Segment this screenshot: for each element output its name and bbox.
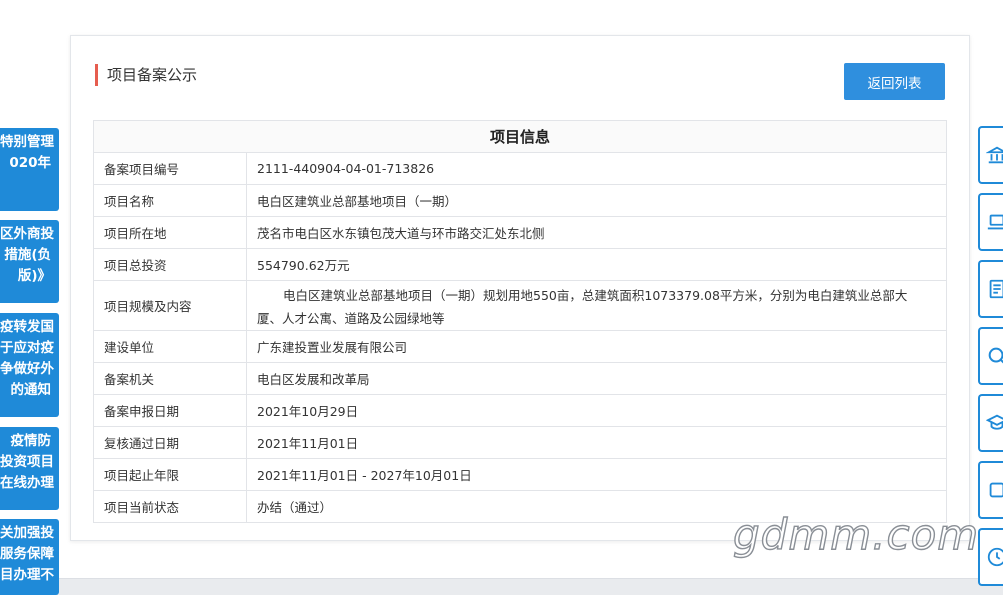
row-label: 备案机关	[93, 362, 247, 395]
search-icon	[988, 347, 1003, 364]
left-tab-line: 020年	[9, 155, 51, 171]
table-row: 项目所在地 茂名市电白区水东镇包茂大道与环市路交汇处东北侧	[93, 216, 947, 249]
square-icon	[989, 482, 1003, 498]
row-value: 电白区发展和改革局	[246, 362, 947, 395]
left-notice-tab-5[interactable]: 关加强投 服务保障 目办理不	[0, 519, 59, 595]
table-heading-row: 项目信息	[93, 120, 947, 153]
left-tab-line: 区外商投	[0, 226, 54, 242]
left-tab-line: 特别管理	[0, 134, 54, 150]
left-tab-line: 的通知	[10, 382, 52, 398]
row-label: 建设单位	[93, 330, 247, 363]
table-row: 项目名称 电白区建筑业总部基地项目（一期）	[93, 184, 947, 217]
table-row: 备案机关 电白区发展和改革局	[93, 362, 947, 395]
left-tab-line: 服务保障	[0, 546, 54, 562]
left-tab-line: 于应对疫	[0, 340, 54, 356]
row-label: 复核通过日期	[93, 426, 247, 459]
left-notice-tab-1[interactable]: 特别管理 020年	[0, 128, 59, 211]
left-notice-tab-3[interactable]: 疫转发国 于应对疫 争做好外 的通知	[0, 313, 59, 417]
row-value: 2021年11月01日 - 2027年10月01日	[246, 458, 947, 491]
left-tab-line: 措施(负	[4, 247, 51, 263]
row-label: 项目起止年限	[93, 458, 247, 491]
row-value: 2111-440904-04-01-713826	[246, 152, 947, 185]
row-label: 项目总投资	[93, 248, 247, 281]
row-label: 备案申报日期	[93, 394, 247, 427]
left-tab-line: 争做好外	[0, 361, 54, 377]
right-tab-graduation[interactable]	[978, 394, 1003, 452]
left-notice-tab-4[interactable]: 疫情防 投资项目 在线办理	[0, 427, 59, 510]
row-label: 项目名称	[93, 184, 247, 217]
document-icon	[989, 279, 1003, 299]
row-value-description: 电白区建筑业总部基地项目（一期）规划用地550亩，总建筑面积1073379.08…	[246, 280, 947, 331]
bank-icon	[986, 146, 1003, 164]
table-row: 项目规模及内容 电白区建筑业总部基地项目（一期）规划用地550亩，总建筑面积10…	[93, 280, 947, 331]
row-value: 2021年10月29日	[246, 394, 947, 427]
row-label: 项目所在地	[93, 216, 247, 249]
row-value: 554790.62万元	[246, 248, 947, 281]
row-value: 广东建投置业发展有限公司	[246, 330, 947, 363]
left-tab-line: 关加强投	[0, 525, 54, 541]
left-tab-line: 投资项目	[0, 454, 54, 470]
row-value: 茂名市电白区水东镇包茂大道与环市路交汇处东北侧	[246, 216, 947, 249]
description-text: 电白区建筑业总部基地项目（一期）规划用地550亩，总建筑面积1073379.08…	[257, 287, 908, 326]
laptop-icon	[987, 214, 1003, 230]
page-title: 项目备案公示	[95, 64, 197, 86]
left-tab-line: 目办理不	[0, 567, 54, 583]
right-tab-square[interactable]	[978, 461, 1003, 519]
row-value: 电白区建筑业总部基地项目（一期）	[246, 184, 947, 217]
left-tab-line: 疫转发国	[0, 319, 54, 335]
table-row: 备案项目编号 2111-440904-04-01-713826	[93, 152, 947, 185]
left-tab-line: 疫情防	[10, 433, 52, 449]
clock-icon	[987, 547, 1003, 567]
row-label: 备案项目编号	[93, 152, 247, 185]
left-tab-line: 版)》	[17, 268, 51, 284]
project-info-table: 项目信息 备案项目编号 2111-440904-04-01-713826 项目名…	[93, 120, 947, 523]
left-notice-tab-2[interactable]: 区外商投 措施(负 版)》	[0, 220, 59, 303]
row-label: 项目当前状态	[93, 490, 247, 523]
right-tab-laptop[interactable]	[978, 193, 1003, 251]
graduation-cap-icon	[986, 414, 1003, 430]
table-row: 项目起止年限 2021年11月01日 - 2027年10月01日	[93, 458, 947, 491]
footer-band	[0, 578, 1003, 595]
right-tab-bank[interactable]	[978, 126, 1003, 184]
left-tab-line: 在线办理	[0, 475, 54, 491]
table-row: 项目总投资 554790.62万元	[93, 248, 947, 281]
row-label: 项目规模及内容	[93, 280, 247, 331]
table-row: 建设单位 广东建投置业发展有限公司	[93, 330, 947, 363]
table-row: 复核通过日期 2021年11月01日	[93, 426, 947, 459]
watermark: gdmm.com	[732, 509, 980, 559]
project-record-card: 项目备案公示 返回列表 项目信息 备案项目编号 2111-440904-04-0…	[70, 35, 970, 541]
row-value: 2021年11月01日	[246, 426, 947, 459]
right-tab-search[interactable]	[978, 327, 1003, 385]
right-tab-document[interactable]	[978, 260, 1003, 318]
right-tab-clock[interactable]	[978, 528, 1003, 586]
table-row: 备案申报日期 2021年10月29日	[93, 394, 947, 427]
table-heading: 项目信息	[93, 120, 947, 153]
back-to-list-button[interactable]: 返回列表	[844, 63, 945, 100]
